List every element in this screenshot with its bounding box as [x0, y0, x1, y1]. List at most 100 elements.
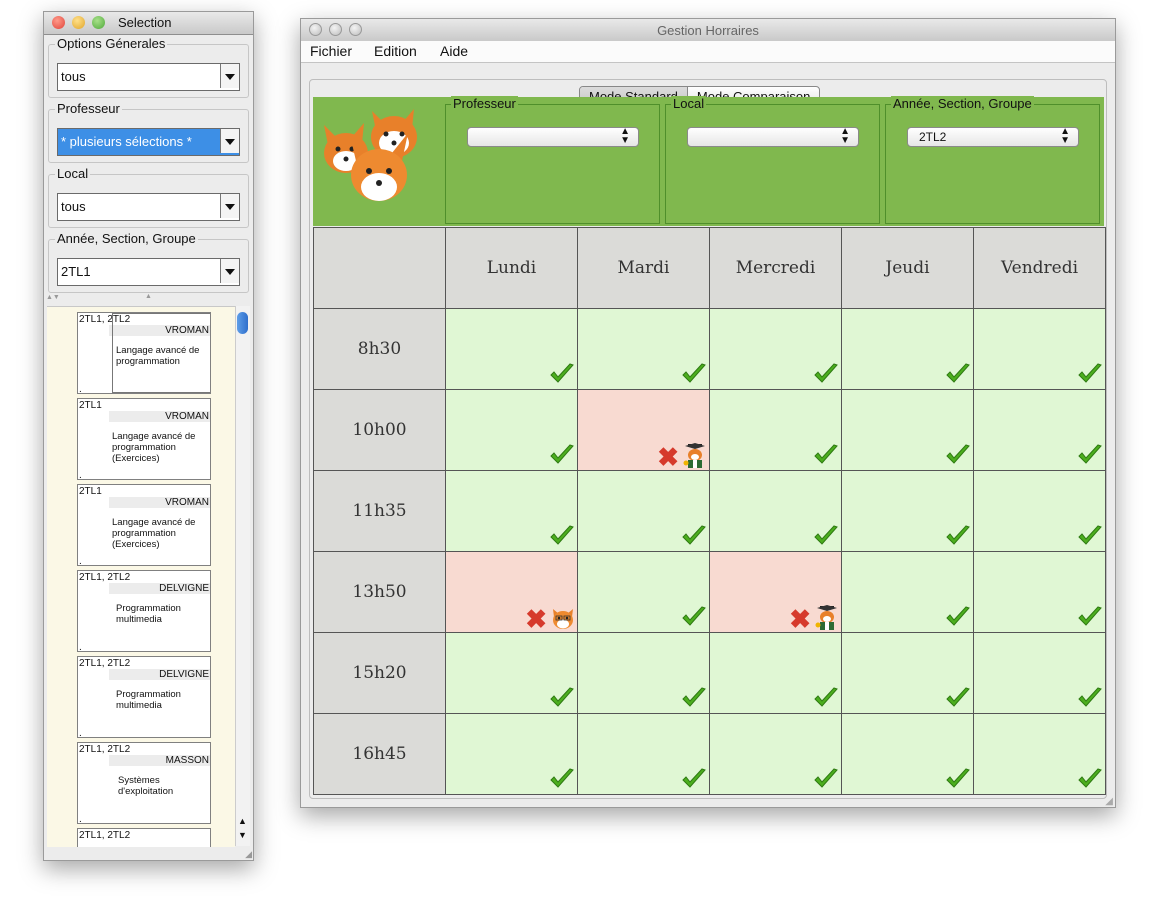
schedule-slot[interactable]: [709, 308, 842, 390]
checkmark-icon: [814, 768, 838, 788]
groupe-combo[interactable]: 2TL1: [57, 258, 240, 286]
schedule-slot[interactable]: [709, 470, 842, 552]
selection-window: Selection Options Génerales tous Profess…: [43, 11, 254, 861]
schedule-slot[interactable]: [709, 389, 842, 471]
card-prof: VROMAN: [109, 411, 210, 422]
options-combo[interactable]: tous: [57, 63, 240, 91]
card-course: Systèmes d'exploitation: [118, 775, 174, 797]
splitter[interactable]: ▲▼ ▲: [44, 293, 253, 303]
schedule-slot[interactable]: [841, 713, 974, 795]
checkmark-icon: [946, 687, 970, 707]
chevron-down-icon[interactable]: [220, 64, 239, 88]
day-header: Vendredi: [973, 227, 1106, 309]
scroll-down-icon[interactable]: ▼: [238, 830, 247, 840]
checkmark-icon: [1078, 525, 1102, 545]
scrollbar-thumb[interactable]: [237, 312, 248, 334]
schedule-slot[interactable]: [709, 713, 842, 795]
card-group: 2TL1, 2TL2: [79, 830, 131, 841]
schedule-slot[interactable]: [973, 470, 1106, 552]
schedule-slot[interactable]: [577, 308, 710, 390]
course-card[interactable]: 2TL1 VROMAN Langage avancé de programmat…: [77, 484, 211, 566]
professeur-combo[interactable]: * plusieurs sélections *: [57, 128, 240, 156]
schedule-slot[interactable]: [973, 389, 1106, 471]
fieldset-groupe: Année, Section, Groupe 2TL1: [48, 231, 249, 293]
course-card[interactable]: 2TL1, 2TL2: [77, 828, 211, 847]
day-header: Lundi: [445, 227, 578, 309]
schedule-slot[interactable]: [577, 713, 710, 795]
main-titlebar[interactable]: Gestion Horraires: [301, 19, 1115, 42]
card-dot: .: [79, 728, 82, 738]
legend-filter-professeur: Professeur: [451, 96, 518, 111]
card-dot: .: [79, 814, 82, 824]
schedule-slot[interactable]: [841, 308, 974, 390]
schedule-slot-conflict[interactable]: ✖: [577, 389, 710, 471]
schedule-slot[interactable]: [577, 551, 710, 633]
minimize-button[interactable]: [72, 16, 85, 29]
schedule-slot[interactable]: [973, 713, 1106, 795]
course-card[interactable]: 2TL1, 2TL2 DELVIGNE Programmation multim…: [77, 570, 211, 652]
legend-local: Local: [55, 166, 91, 181]
course-card[interactable]: 2TL1, 2TL2 VROMAN Langage avancé de prog…: [77, 312, 211, 394]
schedule-slot[interactable]: [445, 470, 578, 552]
card-dot: .: [79, 556, 82, 566]
checkmark-icon: [1078, 687, 1102, 707]
checkmark-icon: [550, 687, 574, 707]
menu-edition[interactable]: Edition: [374, 43, 417, 59]
schedule-slot[interactable]: [445, 632, 578, 714]
chevron-down-icon[interactable]: [220, 129, 239, 153]
updown-arrows-icon[interactable]: ▲ ▼: [620, 127, 630, 146]
groupe-popup[interactable]: 2TL2 ▲ ▼: [907, 127, 1079, 147]
checkmark-icon: [1078, 606, 1102, 626]
schedule-slot[interactable]: [973, 551, 1106, 633]
splitter-grip-icon[interactable]: ▲: [145, 293, 152, 300]
time-header: 8h30: [313, 308, 446, 390]
schedule-slot[interactable]: [577, 470, 710, 552]
course-card[interactable]: 2TL1, 2TL2 DELVIGNE Programmation multim…: [77, 656, 211, 738]
chevron-down-icon[interactable]: [220, 259, 239, 283]
course-card[interactable]: 2TL1 VROMAN Langage avancé de programmat…: [77, 398, 211, 480]
scroll-up-icon[interactable]: ▲: [238, 816, 247, 826]
chevron-down-icon[interactable]: [220, 194, 239, 218]
splitter-arrows-icon[interactable]: ▲▼: [46, 294, 60, 301]
list-scrollbar[interactable]: ▲ ▼: [235, 306, 250, 846]
schedule-slot[interactable]: [973, 632, 1106, 714]
zoom-button[interactable]: [92, 16, 105, 29]
time-header: 10h00: [313, 389, 446, 471]
schedule-slot-conflict[interactable]: ✖: [709, 551, 842, 633]
schedule-slot[interactable]: [445, 308, 578, 390]
selection-titlebar[interactable]: Selection: [44, 12, 253, 35]
menu-aide[interactable]: Aide: [440, 43, 468, 59]
checkmark-icon: [682, 687, 706, 707]
schedule-slot[interactable]: [709, 632, 842, 714]
professeur-popup[interactable]: ▲ ▼: [467, 127, 639, 147]
menu-fichier[interactable]: Fichier: [310, 43, 352, 59]
card-group: 2TL1, 2TL2: [79, 572, 131, 583]
checkmark-icon: [682, 768, 706, 788]
updown-arrows-icon[interactable]: ▲ ▼: [840, 127, 850, 146]
time-header: 13h50: [313, 551, 446, 633]
schedule-slot[interactable]: [577, 632, 710, 714]
card-group: 2TL1, 2TL2: [79, 658, 131, 669]
card-dot: .: [79, 384, 82, 394]
card-course: Langage avancé de programmation (Exercic…: [112, 431, 196, 464]
schedule-slot[interactable]: [841, 632, 974, 714]
course-card[interactable]: 2TL1, 2TL2 MASSON Systèmes d'exploitatio…: [77, 742, 211, 824]
local-value: tous: [61, 199, 86, 214]
resize-grip-icon[interactable]: ◢: [245, 849, 252, 860]
schedule-slot[interactable]: [445, 389, 578, 471]
schedule-slot[interactable]: [841, 389, 974, 471]
close-button[interactable]: [52, 16, 65, 29]
resize-grip-icon[interactable]: ◢: [1105, 796, 1113, 807]
updown-arrows-icon[interactable]: ▲ ▼: [1060, 127, 1070, 146]
schedule-slot[interactable]: [973, 308, 1106, 390]
schedule-slot[interactable]: [445, 713, 578, 795]
checkmark-icon: [814, 363, 838, 383]
time-header: 11h35: [313, 470, 446, 552]
local-popup[interactable]: ▲ ▼: [687, 127, 859, 147]
schedule-slot[interactable]: [841, 470, 974, 552]
schedule-slot[interactable]: [841, 551, 974, 633]
checkmark-icon: [946, 525, 970, 545]
local-combo[interactable]: tous: [57, 193, 240, 221]
schedule-slot-conflict[interactable]: ✖: [445, 551, 578, 633]
window-title: Selection: [118, 15, 172, 30]
